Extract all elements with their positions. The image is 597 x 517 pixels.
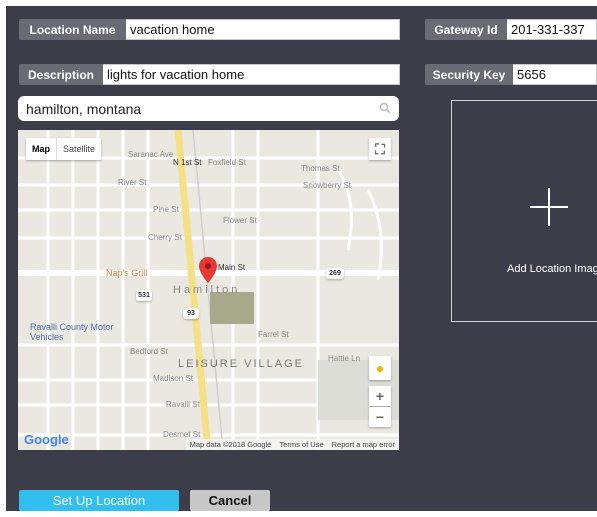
poi-naps-grill[interactable]: Nap's Grill — [106, 268, 147, 278]
search-input[interactable]: hamilton, montana — [26, 101, 379, 117]
security-key-field: Security Key 5656 — [425, 64, 597, 85]
map-attribution: Map data ©2018 Google Terms of Use Repor… — [185, 439, 399, 450]
add-location-image-label: Add Location Imag — [507, 263, 597, 275]
fullscreen-icon[interactable]: ⛶ — [369, 138, 391, 160]
route-531-shield: 531 — [136, 290, 152, 301]
street-river: River St — [118, 178, 147, 187]
gateway-id-input[interactable]: 201-331-337 — [507, 19, 597, 40]
map-data-text: Map data ©2018 Google — [189, 440, 272, 449]
street-pine: Pine St — [153, 205, 179, 214]
street-desmet: Desmet St — [163, 430, 201, 439]
map-type-control: Map Satellite — [26, 138, 102, 160]
route-269-shield: 269 — [326, 268, 344, 279]
report-link[interactable]: Report a map error — [332, 440, 395, 449]
street-farrel: Farrel St — [258, 330, 289, 339]
street-cherry: Cherry St — [148, 233, 182, 242]
gateway-id-field: Gateway Id 201-331-337 — [425, 19, 597, 40]
cancel-button[interactable]: Cancel — [190, 490, 270, 511]
description-input[interactable]: lights for vacation home — [103, 64, 400, 85]
street-saranac: Saranac Ave — [128, 150, 174, 159]
map-view[interactable]: Map Satellite ⛶ ● + − Hamilton LEISURE V… — [18, 130, 399, 450]
zoom-in-button[interactable]: + — [369, 386, 391, 406]
description-field: Description lights for vacation home — [19, 64, 400, 85]
satellite-tab[interactable]: Satellite — [57, 138, 101, 160]
map-tab[interactable]: Map — [26, 138, 57, 160]
security-key-input[interactable]: 5656 — [513, 64, 597, 85]
route-93-shield: 93 — [183, 308, 199, 319]
street-foxfield: Foxfield St — [208, 158, 246, 167]
street-snowberry: Snowberry St — [303, 181, 352, 190]
street-ravalli: Ravalli St — [166, 400, 200, 409]
town-label: Hamilton — [173, 284, 241, 296]
zoom-out-button[interactable]: − — [369, 407, 391, 427]
terms-link[interactable]: Terms of Use — [279, 440, 323, 449]
search-icon[interactable] — [379, 101, 391, 117]
street-madison: Madison St — [153, 374, 194, 383]
street-thomas: Thomas St — [301, 164, 340, 173]
location-search-box[interactable]: hamilton, montana — [18, 96, 399, 121]
street-first: N 1st St — [173, 158, 202, 167]
street-main: Main St — [218, 263, 246, 272]
google-logo: Google — [24, 432, 69, 447]
security-key-label: Security Key — [425, 64, 513, 85]
location-name-field: Location Name vacation home — [19, 19, 400, 40]
street-flower: Flower St — [223, 216, 257, 225]
street-bedford: Bedford St — [130, 347, 168, 356]
location-image-dropzone[interactable]: Add Location Imag — [451, 100, 597, 322]
location-name-input[interactable]: vacation home — [126, 19, 400, 40]
street-hattie: Hattie Ln — [328, 354, 361, 363]
location-name-label: Location Name — [19, 19, 126, 40]
set-up-location-button[interactable]: Set Up Location — [19, 490, 179, 511]
gateway-id-label: Gateway Id — [425, 19, 507, 40]
description-label: Description — [19, 64, 103, 85]
street-view-pegman-icon[interactable]: ● — [369, 356, 391, 380]
poi-motor-vehicles[interactable]: Ravalli County Motor Vehicles — [30, 322, 120, 342]
area-label: LEISURE VILLAGE — [178, 358, 304, 370]
